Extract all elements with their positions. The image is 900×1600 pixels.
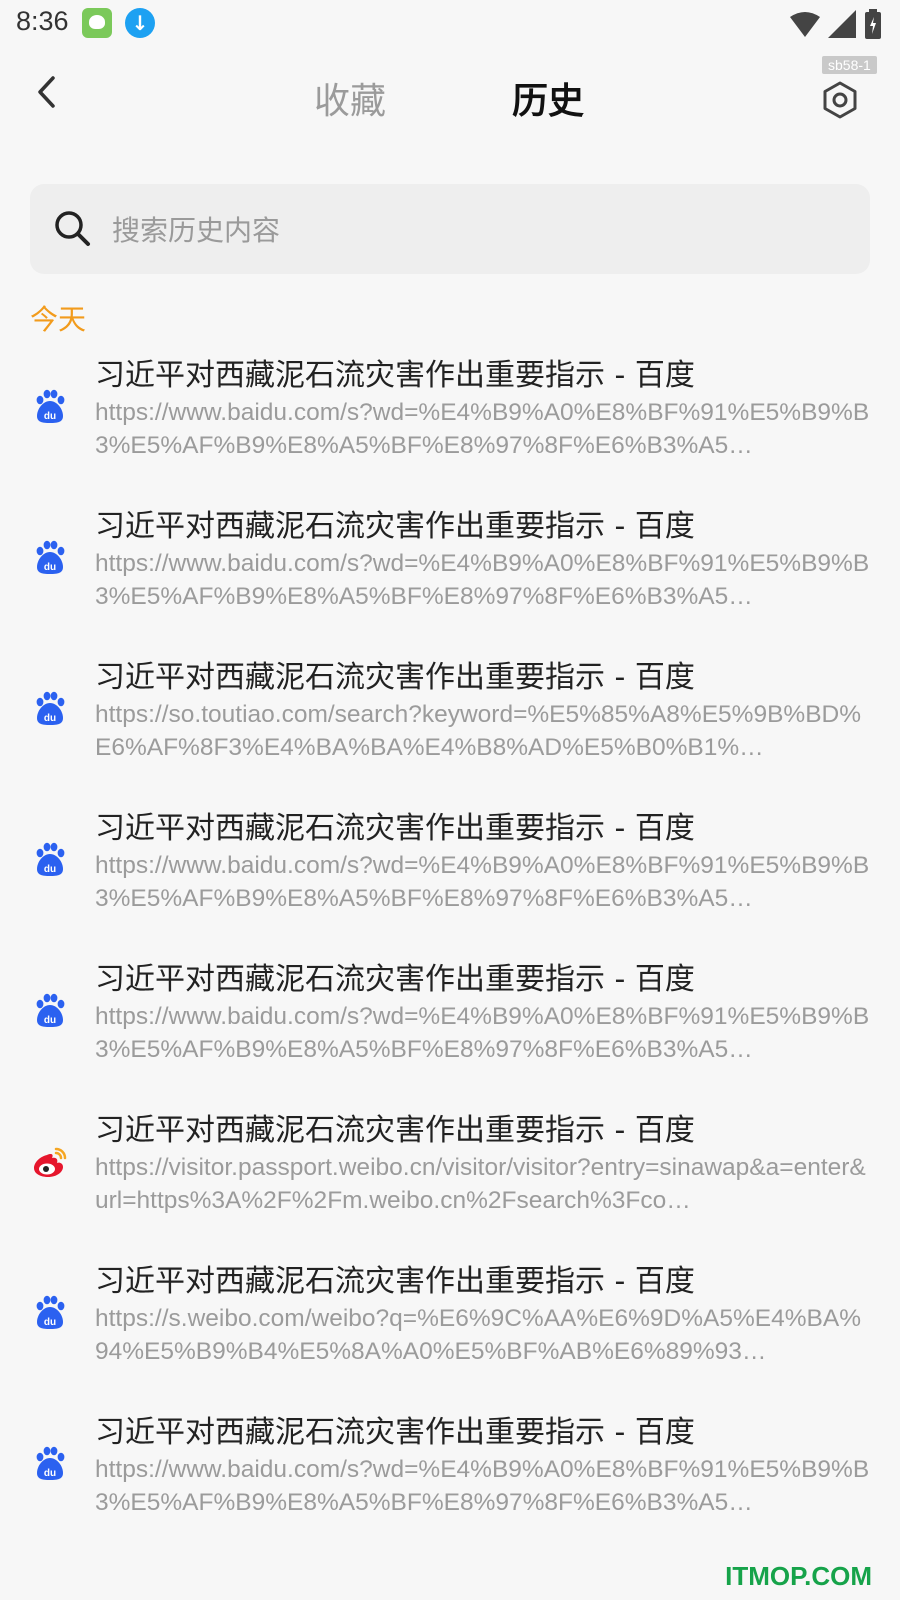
tab-favorites[interactable]: 收藏: [314, 72, 386, 124]
history-item-url: https://so.toutiao.com/search?keyword=%E…: [95, 701, 862, 761]
watermark: ITMOP.COM: [725, 1561, 872, 1591]
svg-text:du: du: [44, 1468, 56, 1479]
baidu-icon: du: [36, 540, 65, 574]
history-item[interactable]: du 习近平对西藏泥石流灾害作出重要指示 - 百度 https://so.tou…: [0, 650, 900, 802]
history-item-title: 习近平对西藏泥石流灾害作出重要指示 - 百度: [95, 358, 695, 393]
download-notification-icon: ↓: [125, 8, 155, 38]
cellular-icon: [828, 10, 856, 38]
battery-icon: [865, 9, 881, 39]
back-button[interactable]: [26, 70, 66, 114]
history-item-url: https://s.weibo.com/weibo?q=%E6%9C%AA%E6…: [95, 1305, 862, 1365]
history-item[interactable]: du 习近平对西藏泥石流灾害作出重要指示 - 百度 https://www.ba…: [0, 801, 900, 953]
history-item[interactable]: du 习近平对西藏泥石流灾害作出重要指示 - 百度 https://www.ba…: [0, 1405, 900, 1557]
svg-text:du: du: [44, 1015, 56, 1026]
history-item-title: 习近平对西藏泥石流灾害作出重要指示 - 百度: [95, 509, 695, 544]
svg-text:du: du: [44, 411, 56, 422]
history-item-url: https://www.baidu.com/s?wd=%E4%B9%A0%E8%…: [95, 1003, 870, 1063]
history-item[interactable]: du 习近平对西藏泥石流灾害作出重要指示 - 百度 https://s.weib…: [0, 1254, 900, 1406]
history-item-url: https://www.baidu.com/s?wd=%E4%B9%A0%E8%…: [95, 1456, 870, 1516]
history-item-title: 习近平对西藏泥石流灾害作出重要指示 - 百度: [95, 1264, 695, 1299]
history-item[interactable]: du 习近平对西藏泥石流灾害作出重要指示 - 百度 https://www.ba…: [0, 348, 900, 500]
history-item[interactable]: du 习近平对西藏泥石流灾害作出重要指示 - 百度 https://www.ba…: [0, 952, 900, 1104]
history-item-title: 习近平对西藏泥石流灾害作出重要指示 - 百度: [95, 962, 695, 997]
status-time: 8:36: [16, 6, 69, 36]
history-item-title: 习近平对西藏泥石流灾害作出重要指示 - 百度: [95, 1415, 695, 1450]
chevron-left-icon: [38, 76, 55, 108]
history-item-title: 习近平对西藏泥石流灾害作出重要指示 - 百度: [95, 660, 695, 695]
history-item-url: https://www.baidu.com/s?wd=%E4%B9%A0%E8%…: [95, 550, 870, 610]
history-item-title: 习近平对西藏泥石流灾害作出重要指示 - 百度: [95, 811, 695, 846]
svg-text:du: du: [44, 562, 56, 573]
svg-text:du: du: [44, 864, 56, 875]
baidu-icon: du: [36, 1446, 65, 1480]
history-item-url: https://www.baidu.com/s?wd=%E4%B9%A0%E8%…: [95, 399, 870, 459]
history-item[interactable]: 习近平对西藏泥石流灾害作出重要指示 - 百度 https://visitor.p…: [0, 1103, 900, 1255]
settings-button[interactable]: [823, 66, 888, 126]
wifi-icon: [790, 12, 820, 37]
gear-icon: [823, 81, 857, 119]
search-icon: [55, 211, 90, 246]
history-item[interactable]: du 习近平对西藏泥石流灾害作出重要指示 - 百度 https://www.ba…: [0, 499, 900, 651]
top-nav: 收藏 历史 sb58-1: [0, 56, 900, 136]
svg-text:du: du: [44, 1317, 56, 1328]
baidu-icon: du: [36, 842, 65, 876]
status-bar: 8:36 ↓: [0, 0, 900, 48]
section-today-label: 今天: [30, 303, 87, 336]
weibo-icon: [34, 1147, 67, 1177]
baidu-icon: du: [36, 1295, 65, 1329]
svg-text:du: du: [44, 713, 56, 724]
baidu-icon: du: [36, 389, 65, 423]
baidu-icon: du: [36, 993, 65, 1027]
search-box[interactable]: [30, 184, 870, 274]
history-item-url: https://visitor.passport.weibo.cn/visito…: [95, 1154, 866, 1214]
history-item-title: 习近平对西藏泥石流灾害作出重要指示 - 百度: [95, 1113, 695, 1148]
baidu-icon: du: [36, 691, 65, 725]
app-notification-icon: [82, 8, 112, 38]
status-indicators: [790, 8, 882, 40]
history-item-url: https://www.baidu.com/s?wd=%E4%B9%A0%E8%…: [95, 852, 870, 912]
tab-history[interactable]: 历史: [512, 72, 584, 124]
search-input[interactable]: [110, 200, 854, 260]
